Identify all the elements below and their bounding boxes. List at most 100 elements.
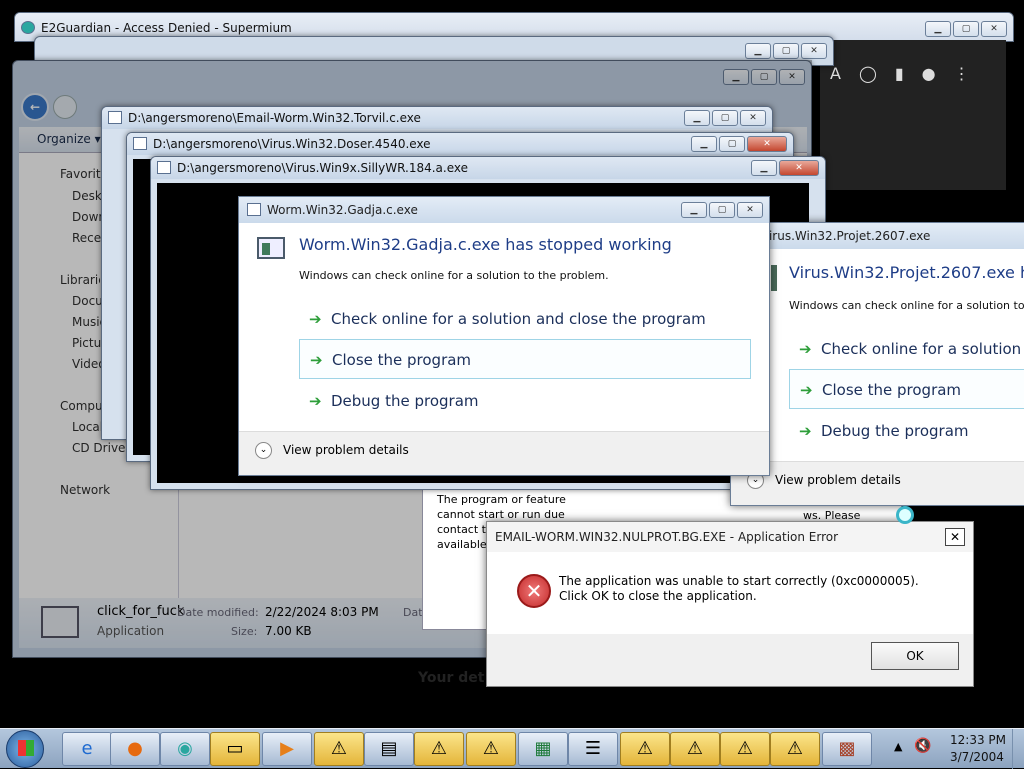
torvil-title: D:\angersmoreno\Email-Worm.Win32.Torvil.…: [128, 111, 421, 125]
sillywr-title: D:\angersmoreno\Virus.Win9x.SillyWR.184.…: [177, 161, 469, 175]
arrow-icon: ➔: [799, 422, 812, 440]
taskbar-warning-app-icon[interactable]: ⚠: [770, 732, 820, 766]
taskbar-media-icon[interactable]: ▶: [262, 732, 312, 766]
taskbar-warning-app-icon[interactable]: ⚠: [466, 732, 516, 766]
sidebar-item-libraries[interactable]: Libraries: [60, 273, 100, 287]
volume-muted-icon[interactable]: 🔇: [914, 738, 931, 754]
file-type: Application: [97, 624, 165, 638]
circle-icon[interactable]: ◯: [859, 64, 877, 86]
torvil-maximize-button[interactable]: ▢: [712, 110, 738, 126]
torvil-titlebar[interactable]: D:\angersmoreno\Email-Worm.Win32.Torvil.…: [102, 107, 772, 129]
taskbar-warning-app-icon[interactable]: ⚠: [720, 732, 770, 766]
window-icon: [108, 111, 122, 124]
bg2-minimize-button[interactable]: ▁: [745, 43, 771, 59]
torvil-close-button[interactable]: ✕: [740, 110, 766, 126]
browser-title: E2Guardian - Access Denied - Supermium: [41, 21, 292, 35]
gadja-subtext: Windows can check online for a solution …: [299, 269, 609, 282]
nulprot-titlebar[interactable]: EMAIL-WORM.WIN32.NULPROT.BG.EXE - Applic…: [487, 522, 973, 552]
gadja-option-check-online[interactable]: ➔ Check online for a solution and close t…: [299, 299, 751, 339]
ok-button[interactable]: OK: [871, 642, 959, 670]
gadja-dialog[interactable]: Worm.Win32.Gadja.c.exe ▁ ▢ ✕ Worm.Win32.Ga…: [238, 196, 770, 476]
gadja-option-close[interactable]: ➔ Close the program: [299, 339, 751, 379]
clock-time[interactable]: 12:33 PM: [950, 733, 1006, 747]
start-button[interactable]: [6, 730, 44, 768]
projet-title: Virus.Win32.Projet.2607.exe: [761, 229, 931, 243]
browser-dark-content: [820, 40, 1006, 190]
taskbar: e ● ◉ ▭ ▶ ⚠ ▤ ⚠ ⚠ ▦ ☰ ⚠ ⚠ ⚠ ⚠ ▩ ▲ 🔇 12:3…: [0, 728, 1024, 769]
app-icon: [771, 265, 777, 291]
file-name: click_for_fuck: [97, 604, 185, 619]
arrow-icon: ➔: [310, 351, 323, 369]
gadja-titlebar[interactable]: Worm.Win32.Gadja.c.exe ▁ ▢ ✕: [239, 197, 769, 223]
modified-label: Date modified:: [177, 606, 259, 619]
bg-dialog-line1: The program or feature: [437, 493, 566, 506]
projet-option-check-online[interactable]: ➔ Check online for a solution ar: [789, 329, 1024, 369]
profile-icon[interactable]: ●: [922, 64, 936, 86]
projet-option-debug[interactable]: ➔ Debug the program: [789, 411, 1024, 451]
taskbar-firefox-icon[interactable]: ●: [110, 732, 160, 766]
taskbar-window-icon[interactable]: ▤: [364, 732, 414, 766]
taskbar-list-icon[interactable]: ☰: [568, 732, 618, 766]
sillywr-close-button[interactable]: ✕: [779, 160, 819, 176]
back-button[interactable]: ←: [21, 93, 49, 121]
forward-button[interactable]: [53, 95, 77, 119]
taskbar-warning-app-icon[interactable]: ⚠: [414, 732, 464, 766]
taskbar-warning-app-icon[interactable]: ⚠: [314, 732, 364, 766]
sillywr-minimize-button[interactable]: ▁: [751, 160, 777, 176]
browser-maximize-button[interactable]: ▢: [953, 21, 979, 37]
menu-icon[interactable]: ⋮: [954, 64, 970, 86]
gadja-option-debug[interactable]: ➔ Debug the program: [299, 381, 751, 421]
window-icon: [157, 161, 171, 174]
browser-toolbar-icons: A ◯ ▮ ● ⋮: [830, 64, 1000, 86]
nulprot-error-dialog[interactable]: EMAIL-WORM.WIN32.NULPROT.BG.EXE - Applic…: [486, 521, 974, 687]
nulprot-message: The application was unable to start corr…: [559, 574, 919, 603]
tray-expand-icon[interactable]: ▲: [894, 740, 902, 753]
explorer-close-button[interactable]: ✕: [779, 69, 805, 85]
taskbar-warning-app-icon[interactable]: ⚠: [670, 732, 720, 766]
sidebar-item-network[interactable]: Network: [60, 483, 110, 497]
explorer-maximize-button[interactable]: ▢: [751, 69, 777, 85]
bg2-maximize-button[interactable]: ▢: [773, 43, 799, 59]
sidebar-icon[interactable]: ▮: [895, 64, 904, 86]
taskbar-warning-app-icon[interactable]: ⚠: [620, 732, 670, 766]
gadja-minimize-button[interactable]: ▁: [681, 202, 707, 218]
organize-button[interactable]: Organize ▾: [37, 132, 101, 146]
doser-minimize-button[interactable]: ▁: [691, 136, 717, 152]
gadja-maximize-button[interactable]: ▢: [709, 202, 735, 218]
chevron-down-icon[interactable]: ⌄: [255, 442, 272, 459]
font-icon[interactable]: A: [830, 64, 841, 86]
modified-value: 2/22/2024 8:03 PM: [265, 605, 379, 619]
taskbar-supermium-icon[interactable]: ◉: [160, 732, 210, 766]
sidebar-item-pictures[interactable]: Pictures: [72, 336, 102, 350]
browser-minimize-button[interactable]: ▁: [925, 21, 951, 37]
projet-titlebar[interactable]: Virus.Win32.Projet.2607.exe: [731, 223, 1024, 249]
bg-dialog-line3: contact t: [437, 523, 486, 536]
gadja-close-button[interactable]: ✕: [737, 202, 763, 218]
gadja-details-bar[interactable]: ⌄ View problem details: [239, 431, 769, 475]
supermium-icon: [21, 21, 35, 34]
projet-option-close[interactable]: ➔ Close the program: [789, 369, 1024, 409]
projet-dialog[interactable]: Virus.Win32.Projet.2607.exe Virus.Win32.…: [730, 222, 1024, 506]
taskbar-firewall-icon[interactable]: ▩: [822, 732, 872, 766]
taskbar-explorer-icon[interactable]: ▭: [210, 732, 260, 766]
explorer-minimize-button[interactable]: ▁: [723, 69, 749, 85]
torvil-minimize-button[interactable]: ▁: [684, 110, 710, 126]
nulprot-close-button[interactable]: ✕: [945, 528, 965, 546]
bg2-close-button[interactable]: ✕: [801, 43, 827, 59]
gadja-instruction: Worm.Win32.Gadja.c.exe has stopped worki…: [299, 235, 672, 254]
doser-maximize-button[interactable]: ▢: [719, 136, 745, 152]
nulprot-title: EMAIL-WORM.WIN32.NULPROT.BG.EXE - Applic…: [495, 530, 839, 544]
busy-cursor-icon: [896, 506, 914, 524]
taskbar-ie-icon[interactable]: e: [62, 732, 112, 766]
projet-instruction: Virus.Win32.Projet.2607.exe has st: [789, 263, 1024, 282]
sillywr-titlebar[interactable]: D:\angersmoreno\Virus.Win9x.SillyWR.184.…: [151, 157, 825, 179]
sidebar-item-videos[interactable]: Videos: [72, 357, 102, 371]
projet-details-bar[interactable]: ⌄ View problem details: [731, 461, 1024, 505]
taskbar-excel-icon[interactable]: ▦: [518, 732, 568, 766]
show-desktop-button[interactable]: [1012, 729, 1024, 769]
sidebar-item-cd-drive[interactable]: CD Drive (: [72, 441, 134, 455]
doser-close-button[interactable]: ✕: [747, 136, 787, 152]
browser-close-button[interactable]: ✕: [981, 21, 1007, 37]
projet-subtext: Windows can check online for a solution …: [789, 299, 1024, 312]
clock-date[interactable]: 3/7/2004: [950, 750, 1004, 764]
